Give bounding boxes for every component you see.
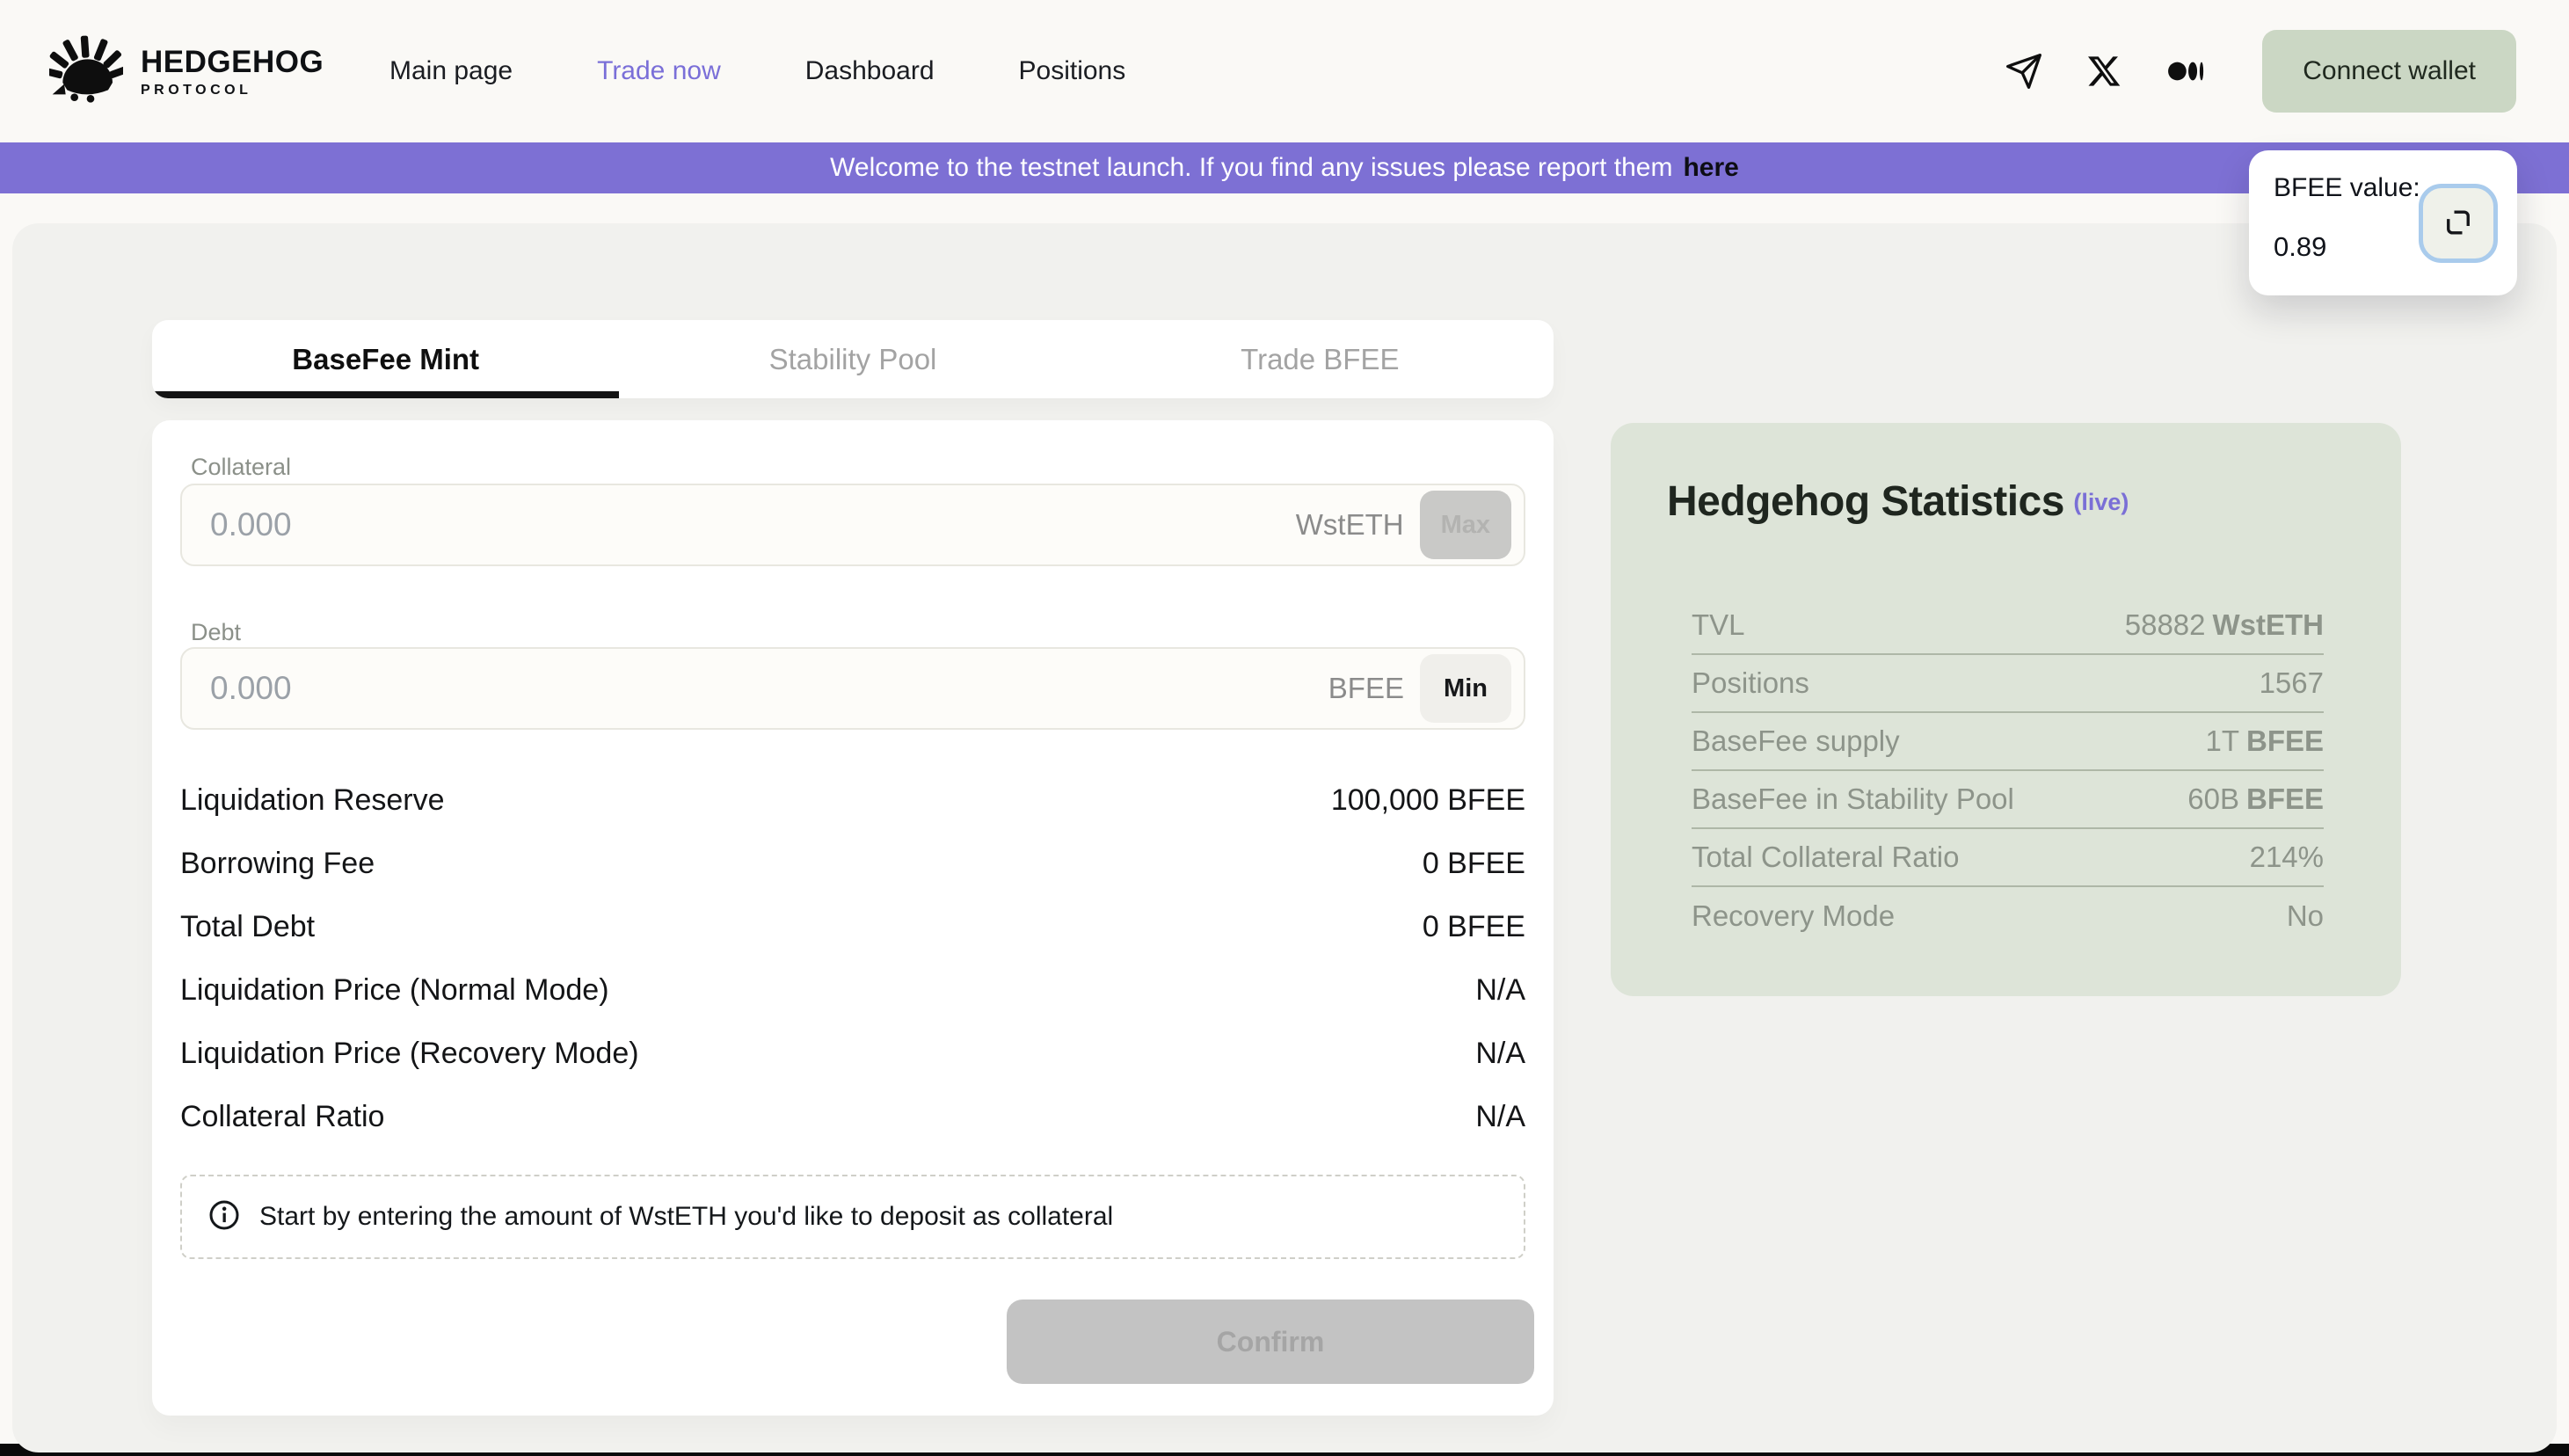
stats-unit: BFEE: [2246, 724, 2324, 757]
x-icon[interactable]: [2085, 51, 2125, 91]
testnet-banner: Welcome to the testnet launch. If you fi…: [0, 142, 2569, 193]
stats-value: 214%: [2250, 841, 2324, 873]
hint-box: Start by entering the amount of WstETH y…: [180, 1175, 1525, 1259]
tab-stability-pool-label: Stability Pool: [769, 343, 937, 376]
stats-row-total-collateral-ratio: Total Collateral Ratio 214%: [1692, 829, 2324, 887]
main-nav: Main page Trade now Dashboard Positions: [389, 0, 1125, 142]
stats-row-basefee-supply: BaseFee supply 1TBFEE: [1692, 713, 2324, 771]
header-right-group: Connect wallet: [2004, 30, 2516, 113]
statistics-title: Hedgehog Statistics: [1667, 478, 2064, 525]
nav-positions[interactable]: Positions: [1019, 56, 1126, 86]
live-badge: (live): [2073, 489, 2129, 515]
stats-row-tvl: TVL 58882WstETH: [1692, 597, 2324, 655]
detail-value: 0 BFEE: [1423, 847, 1525, 881]
top-navbar: HEDGEHOG PROTOCOL Main page Trade now Da…: [0, 0, 2569, 142]
debt-unit: BFEE: [1328, 672, 1404, 705]
statistics-rows: TVL 58882WstETH Positions 1567 BaseFee s…: [1692, 597, 2324, 945]
tab-trade-bfee[interactable]: Trade BFEE: [1087, 320, 1554, 398]
stats-label: BaseFee supply: [1692, 724, 1900, 758]
banner-here-link[interactable]: here: [1683, 153, 1738, 183]
mint-form-card: Collateral WstETH Max Debt BFEE Min Liqu…: [152, 420, 1554, 1416]
nav-main-page[interactable]: Main page: [389, 56, 513, 86]
tab-stability-pool[interactable]: Stability Pool: [619, 320, 1086, 398]
telegram-icon[interactable]: [2004, 51, 2044, 91]
stats-label: Positions: [1692, 666, 1809, 700]
position-details: Liquidation Reserve 100,000 BFEE Borrowi…: [180, 768, 1525, 1148]
detail-label: Collateral Ratio: [180, 1100, 384, 1134]
max-button[interactable]: Max: [1420, 491, 1511, 559]
detail-row-liquidation-reserve: Liquidation Reserve 100,000 BFEE: [180, 768, 1525, 832]
stats-label: Total Collateral Ratio: [1692, 841, 1959, 874]
stats-label: TVL: [1692, 608, 1745, 642]
nav-trade-now[interactable]: Trade now: [597, 56, 721, 86]
brand-name: HEDGEHOG: [141, 45, 324, 80]
stats-value: 1567: [2260, 666, 2324, 699]
detail-value: N/A: [1475, 973, 1525, 1008]
stats-unit: WstETH: [2213, 608, 2325, 641]
statistics-panel: Hedgehog Statistics (live) TVL 58882WstE…: [1611, 423, 2401, 996]
collateral-unit: WstETH: [1296, 508, 1404, 542]
stats-row-recovery-mode: Recovery Mode No: [1692, 887, 2324, 945]
tab-trade-bfee-label: Trade BFEE: [1241, 343, 1399, 376]
debt-input-box: BFEE Min: [180, 647, 1525, 730]
detail-row-liq-price-recovery: Liquidation Price (Recovery Mode) N/A: [180, 1022, 1525, 1085]
detail-row-total-debt: Total Debt 0 BFEE: [180, 895, 1525, 958]
banner-text: Welcome to the testnet launch. If you fi…: [830, 153, 1672, 183]
nav-dashboard[interactable]: Dashboard: [805, 56, 935, 86]
min-button[interactable]: Min: [1420, 654, 1511, 723]
tab-basefee-mint-label: BaseFee Mint: [292, 343, 479, 376]
detail-label: Liquidation Price (Normal Mode): [180, 973, 609, 1008]
statistics-title-row: Hedgehog Statistics (live): [1667, 477, 2129, 526]
debt-label: Debt: [191, 619, 241, 646]
brand-subtitle: PROTOCOL: [141, 83, 324, 98]
detail-value: N/A: [1475, 1037, 1525, 1071]
stats-value: 1T: [2205, 724, 2239, 757]
detail-label: Borrowing Fee: [180, 847, 375, 881]
main-container: BaseFee Mint Stability Pool Trade BFEE C…: [12, 223, 2557, 1452]
detail-value: 100,000 BFEE: [1331, 783, 1525, 818]
collateral-input[interactable]: [210, 506, 1296, 543]
detail-value: N/A: [1475, 1100, 1525, 1134]
stats-value: 58882: [2125, 608, 2206, 641]
hint-text: Start by entering the amount of WstETH y…: [259, 1202, 1113, 1232]
detail-row-liq-price-normal: Liquidation Price (Normal Mode) N/A: [180, 958, 1525, 1022]
trade-tabbar: BaseFee Mint Stability Pool Trade BFEE: [152, 320, 1554, 398]
detail-label: Total Debt: [180, 910, 315, 944]
detail-value: 0 BFEE: [1423, 910, 1525, 944]
confirm-button[interactable]: Confirm: [1007, 1299, 1534, 1384]
refresh-icon: [2442, 207, 2474, 241]
detail-row-collateral-ratio: Collateral Ratio N/A: [180, 1085, 1525, 1148]
collateral-input-box: WstETH Max: [180, 484, 1525, 566]
collateral-label: Collateral: [191, 454, 291, 481]
connect-wallet-button[interactable]: Connect wallet: [2262, 30, 2516, 113]
medium-icon[interactable]: [2165, 51, 2206, 91]
hedgehog-logo-icon: [49, 34, 123, 109]
debt-input[interactable]: [210, 670, 1328, 707]
info-icon: [208, 1199, 240, 1235]
stats-label: BaseFee in Stability Pool: [1692, 783, 2014, 816]
brand-logo[interactable]: HEDGEHOG PROTOCOL: [49, 34, 324, 109]
stats-value: No: [2287, 899, 2324, 932]
stats-label: Recovery Mode: [1692, 899, 1895, 933]
detail-row-borrowing-fee: Borrowing Fee 0 BFEE: [180, 832, 1525, 895]
tab-basefee-mint[interactable]: BaseFee Mint: [152, 320, 619, 398]
stats-row-positions: Positions 1567: [1692, 655, 2324, 713]
stats-value: 60B: [2187, 783, 2239, 815]
detail-label: Liquidation Price (Recovery Mode): [180, 1037, 639, 1071]
active-tab-indicator: [152, 391, 619, 398]
detail-label: Liquidation Reserve: [180, 783, 445, 818]
bfee-value-widget: BFEE value: 0.89: [2249, 150, 2517, 295]
stats-row-basefee-stability-pool: BaseFee in Stability Pool 60BBFEE: [1692, 771, 2324, 829]
bfee-refresh-button[interactable]: [2419, 184, 2498, 263]
stats-unit: BFEE: [2246, 783, 2324, 815]
